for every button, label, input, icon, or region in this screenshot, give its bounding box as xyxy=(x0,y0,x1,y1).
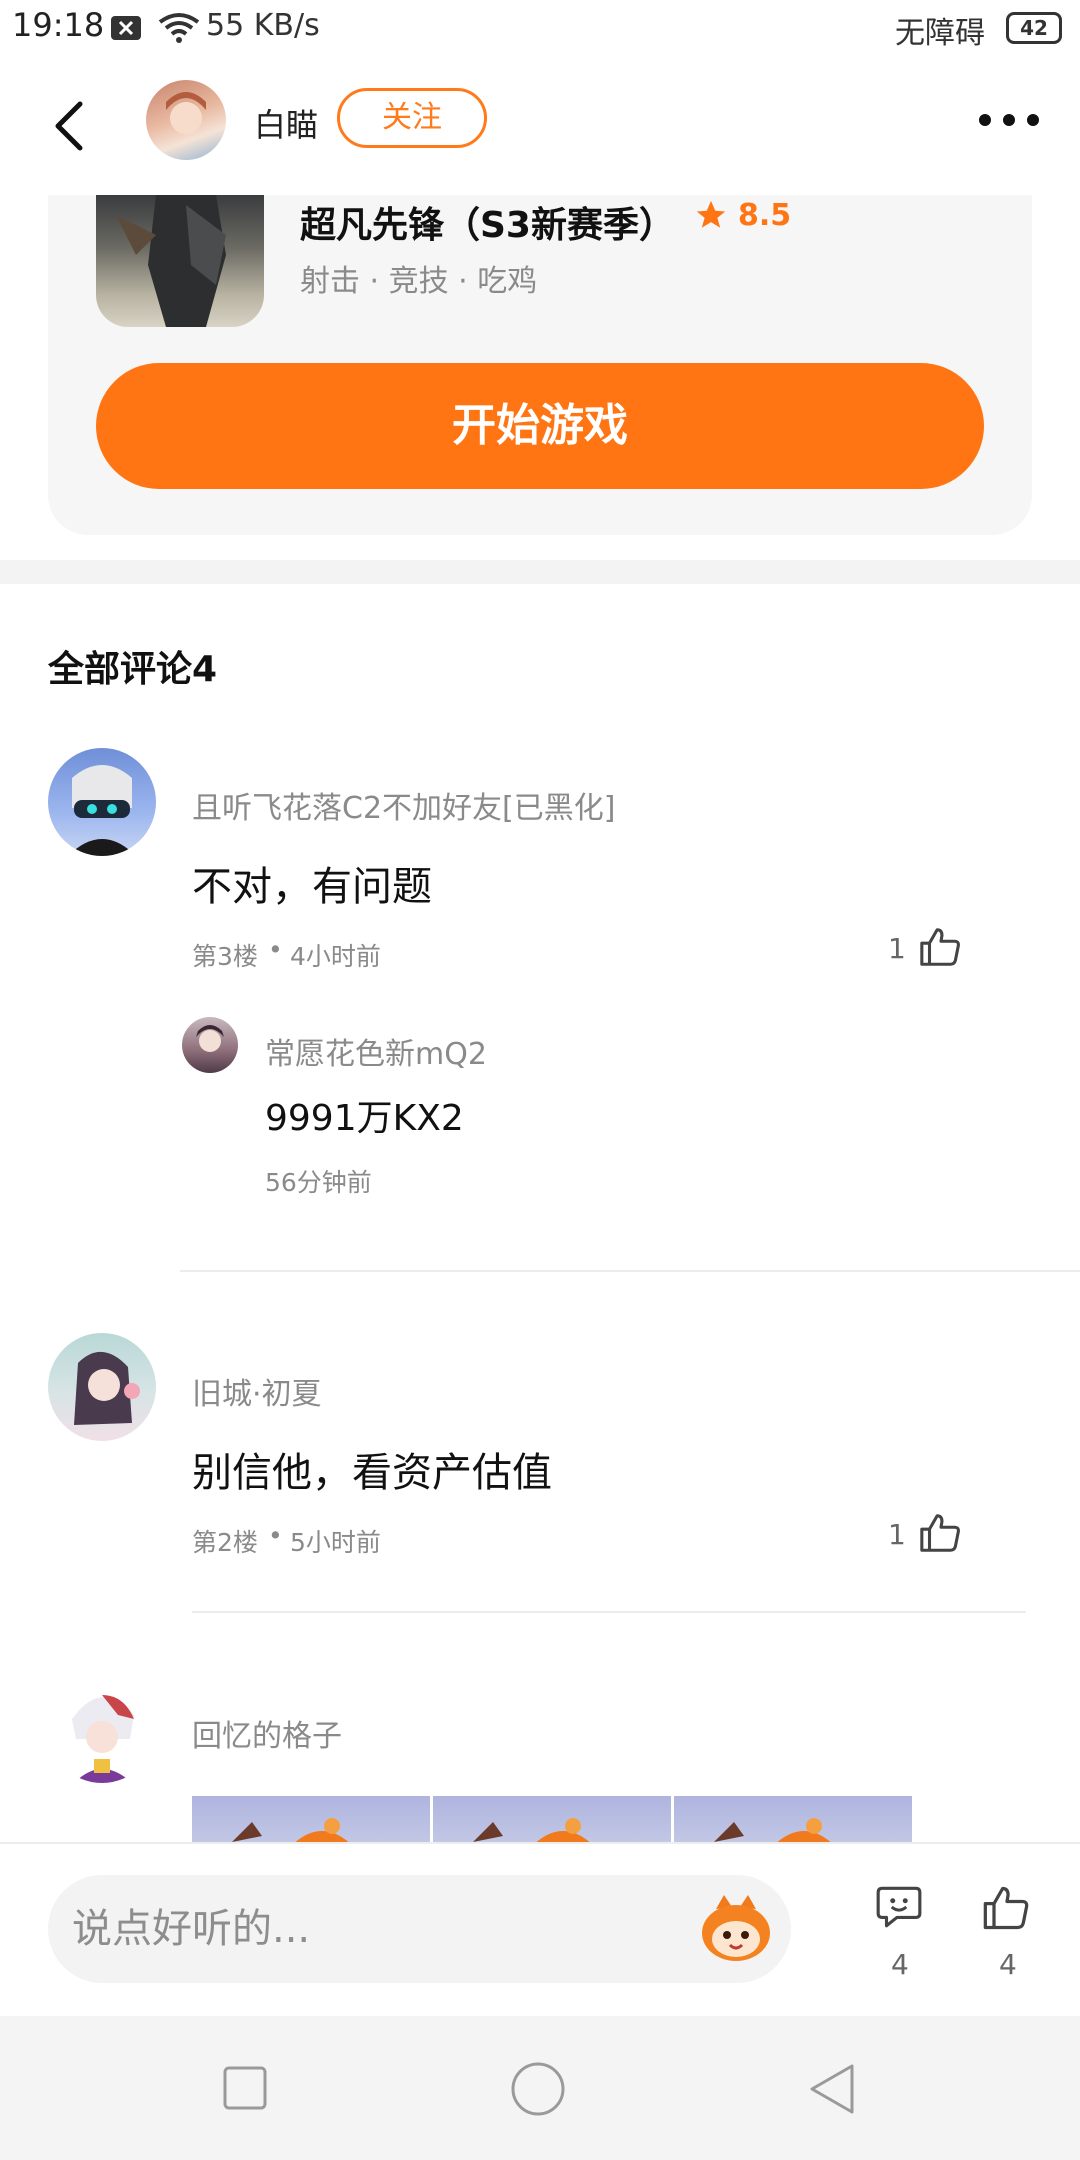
comment-floor: 第3楼 xyxy=(192,942,258,971)
comments-title: 全部评论4 xyxy=(48,649,218,690)
reply-avatar[interactable] xyxy=(182,1017,238,1073)
comment-divider xyxy=(180,1270,1080,1272)
section-divider xyxy=(0,560,1080,584)
comment-image-strip[interactable] xyxy=(192,1796,912,1842)
comment-username[interactable]: 旧城·初夏 xyxy=(192,1369,322,1413)
comment-input-placeholder: 说点好听的... xyxy=(72,1906,311,1952)
comment-text: 别信他，看资产估值 xyxy=(192,1450,552,1496)
game-rating: 8.5 xyxy=(738,198,792,233)
comment-image[interactable] xyxy=(192,1796,430,1842)
meta-separator-dot: • xyxy=(268,1521,283,1550)
battery-icon: 42 xyxy=(1006,12,1062,44)
comment-username[interactable]: 且听飞花落C2不加好友[已黑化] xyxy=(192,783,615,827)
meta-separator-dot: • xyxy=(268,935,283,964)
network-speed: 55 KB/s xyxy=(206,8,320,43)
game-icon[interactable] xyxy=(96,195,264,327)
comment-image[interactable] xyxy=(674,1796,912,1842)
comment-text: 不对，有问题 xyxy=(192,864,432,910)
comment-input[interactable]: 说点好听的... xyxy=(48,1875,791,1983)
emoji-mascot-icon[interactable] xyxy=(696,1893,776,1969)
wifi-icon xyxy=(158,12,200,48)
comment-bubble-icon[interactable] xyxy=(874,1882,924,1936)
status-bar: 19:18 55 KB/s 无障碍 42 xyxy=(0,0,1080,56)
bottom-like-count: 4 xyxy=(999,1948,1017,1981)
thumbs-up-icon[interactable] xyxy=(918,1510,964,1560)
more-options-icon[interactable] xyxy=(978,112,1040,131)
author-name[interactable]: 白瞄 xyxy=(254,100,318,146)
status-time: 19:18 xyxy=(12,6,105,44)
bottom-like-icon[interactable] xyxy=(981,1882,1033,1938)
home-circle-icon[interactable] xyxy=(510,2061,566,2121)
notification-icon xyxy=(110,14,142,46)
comment-avatar[interactable] xyxy=(48,748,156,856)
follow-button[interactable]: 关注 xyxy=(337,88,487,148)
back-arrow-icon[interactable] xyxy=(52,100,86,156)
comment-time: 5小时前 xyxy=(290,1528,381,1557)
comment-count: 4 xyxy=(891,1948,909,1981)
comment-floor: 第2楼 xyxy=(192,1528,258,1557)
recents-square-icon[interactable] xyxy=(222,2065,268,2115)
game-title[interactable]: 超凡先锋（S3新赛季） xyxy=(300,196,675,248)
start-game-button[interactable]: 开始游戏 xyxy=(96,363,984,489)
back-triangle-icon[interactable] xyxy=(808,2062,856,2120)
comment-avatar[interactable] xyxy=(48,1675,156,1783)
thumbs-up-icon[interactable] xyxy=(918,924,964,974)
author-avatar[interactable] xyxy=(146,80,226,160)
accessibility-label: 无障碍 xyxy=(895,16,985,51)
reply-time: 56分钟前 xyxy=(265,1168,372,1197)
comment-like-count: 1 xyxy=(888,1518,906,1551)
comment-like-count: 1 xyxy=(888,932,906,965)
star-icon xyxy=(694,198,728,236)
comment-divider xyxy=(192,1611,1026,1613)
reply-username[interactable]: 常愿花色新mQ2 xyxy=(265,1029,487,1073)
comment-username[interactable]: 回忆的格子 xyxy=(192,1711,342,1755)
comment-avatar[interactable] xyxy=(48,1333,156,1441)
battery-level: 42 xyxy=(1020,16,1048,40)
comment-time: 4小时前 xyxy=(290,942,381,971)
game-tags: 射击 · 竞技 · 吃鸡 xyxy=(300,264,538,299)
reply-text: 9991万KX2 xyxy=(265,1098,464,1139)
comment-image[interactable] xyxy=(433,1796,671,1842)
